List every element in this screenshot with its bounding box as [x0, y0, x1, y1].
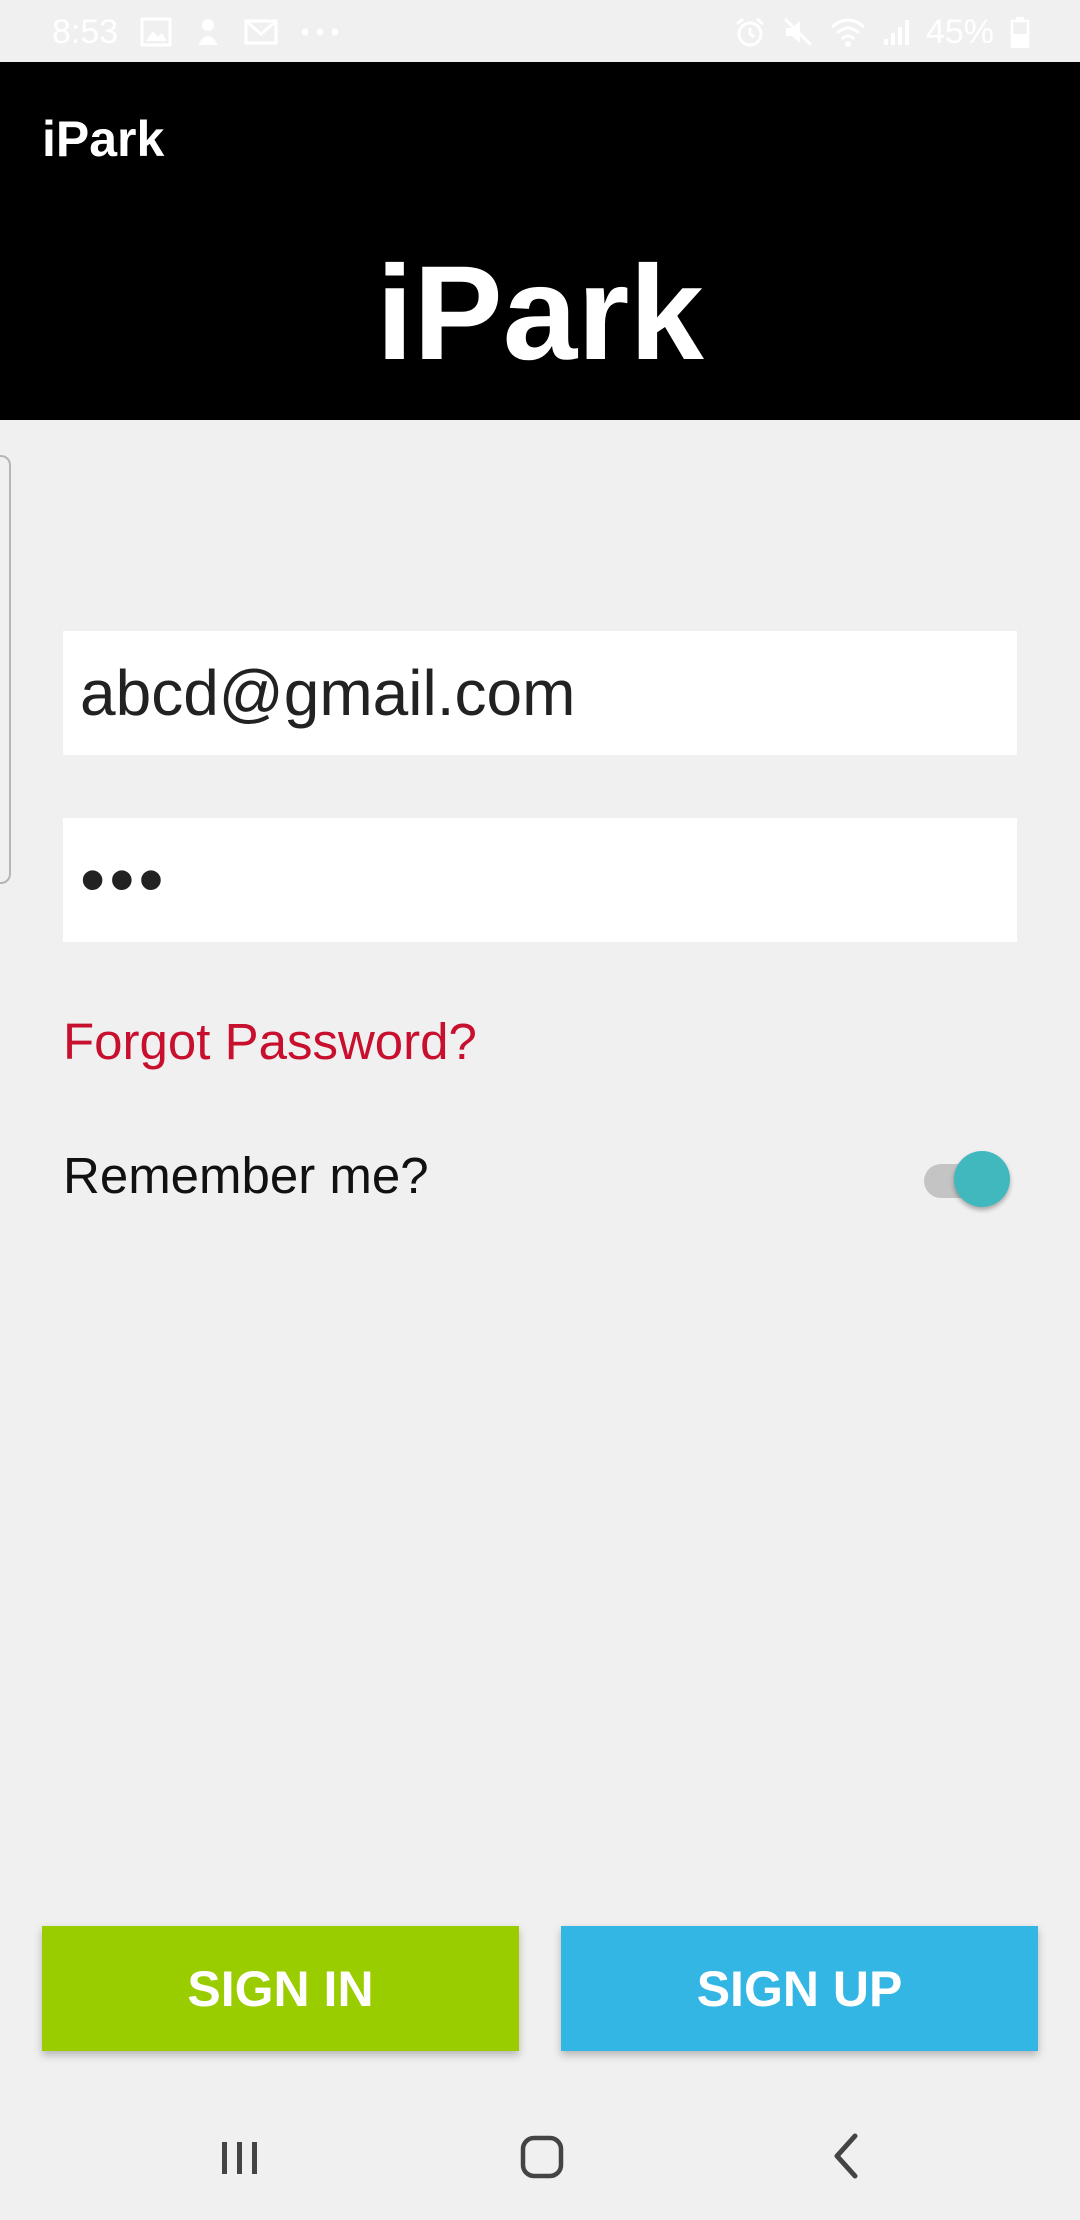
status-right: 45% [734, 10, 1030, 54]
remember-me-toggle[interactable] [924, 1151, 1010, 1207]
signal-icon [882, 17, 910, 47]
gallery-icon [140, 17, 172, 47]
remember-me-label: Remember me? [63, 1147, 429, 1204]
status-time: 8:53 [52, 12, 119, 51]
navigation-bar [0, 2100, 1080, 2220]
app-header: iPark iPark [0, 62, 1080, 420]
home-icon[interactable] [518, 2128, 566, 2189]
sign-in-button[interactable]: SIGN IN [42, 1926, 519, 2051]
status-left: 8:53 [52, 10, 340, 54]
mute-icon [782, 16, 814, 48]
battery-percent: 45% [925, 12, 994, 51]
app-logo-title: iPark [376, 239, 704, 388]
status-bar: 8:53 45% [0, 0, 1080, 62]
password-field[interactable]: ••• [63, 818, 1017, 942]
email-field[interactable]: abcd@gmail.com [63, 631, 1017, 755]
app-notification-icon [194, 17, 222, 47]
edge-panel-handle[interactable] [0, 455, 11, 884]
wifi-icon [830, 17, 866, 47]
email-icon [244, 18, 278, 46]
back-icon[interactable] [827, 2128, 867, 2189]
toolbar-title: iPark [42, 111, 165, 167]
sign-up-button[interactable]: SIGN UP [561, 1926, 1038, 2051]
forgot-password-link[interactable]: Forgot Password? [63, 1012, 477, 1071]
alarm-icon [734, 16, 766, 48]
password-value: ••• [80, 840, 168, 920]
more-icon [300, 27, 340, 37]
recent-apps-icon[interactable] [218, 2128, 262, 2189]
email-value: abcd@gmail.com [80, 657, 576, 729]
toggle-thumb [954, 1151, 1010, 1207]
battery-icon [1010, 16, 1030, 48]
